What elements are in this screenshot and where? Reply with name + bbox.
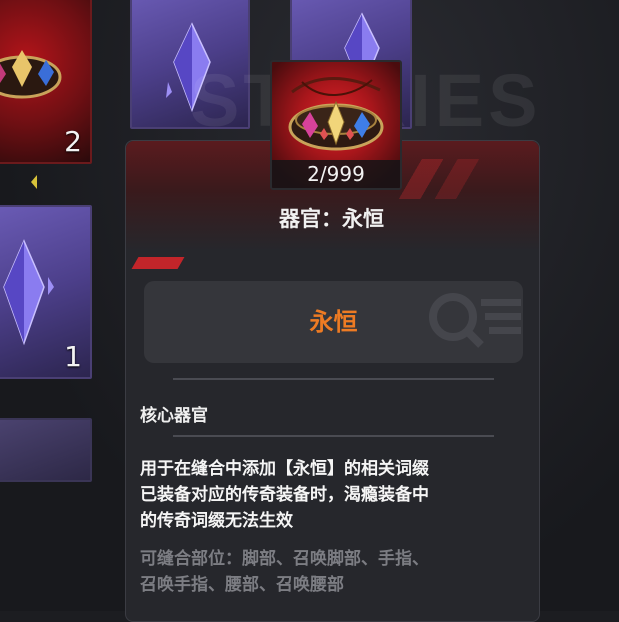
description-line: 已装备对应的传奇装备时，渴瘾装备中 bbox=[140, 485, 429, 505]
description-line: 用于在缝合中添加【永恒】的相关词缀 bbox=[140, 459, 429, 479]
slots-line: 召唤手指、腰部、召唤腰部 bbox=[140, 575, 344, 595]
organ-crown-icon bbox=[0, 50, 62, 99]
slot-count: 2 bbox=[64, 125, 82, 158]
item-category: 核心器官 bbox=[140, 406, 208, 426]
item-icon: 2/999 bbox=[270, 60, 402, 190]
crystal-icon bbox=[3, 239, 54, 346]
description-line: 的传奇词缀无法生效 bbox=[140, 511, 293, 531]
item-name: 永恒 bbox=[309, 308, 358, 336]
organ-crown-icon bbox=[288, 77, 384, 151]
inventory-slot-organ[interactable]: 2 bbox=[0, 0, 92, 164]
slot-count: 1 bbox=[64, 340, 82, 373]
item-name-bar: 永恒 bbox=[144, 281, 523, 363]
slots-line: 可缝合部位：脚部、召唤脚部、手指、 bbox=[140, 549, 429, 569]
red-accent-tab bbox=[131, 257, 185, 269]
inventory-slot-crystal[interactable]: 1 bbox=[0, 205, 92, 379]
item-title: 器官：永恒 bbox=[279, 207, 384, 231]
divider bbox=[173, 378, 494, 380]
item-description: 用于在缝合中添加【永恒】的相关词缀 已装备对应的传奇装备时，渴瘾装备中 的传奇词… bbox=[140, 456, 520, 534]
selection-marker-icon bbox=[31, 175, 37, 189]
stitch-slots-info: 可缝合部位：脚部、召唤脚部、手指、 召唤手指、腰部、召唤腰部 bbox=[140, 546, 520, 598]
inventory-slot[interactable] bbox=[0, 418, 92, 482]
divider bbox=[173, 435, 494, 437]
item-quantity: 2/999 bbox=[272, 160, 400, 188]
